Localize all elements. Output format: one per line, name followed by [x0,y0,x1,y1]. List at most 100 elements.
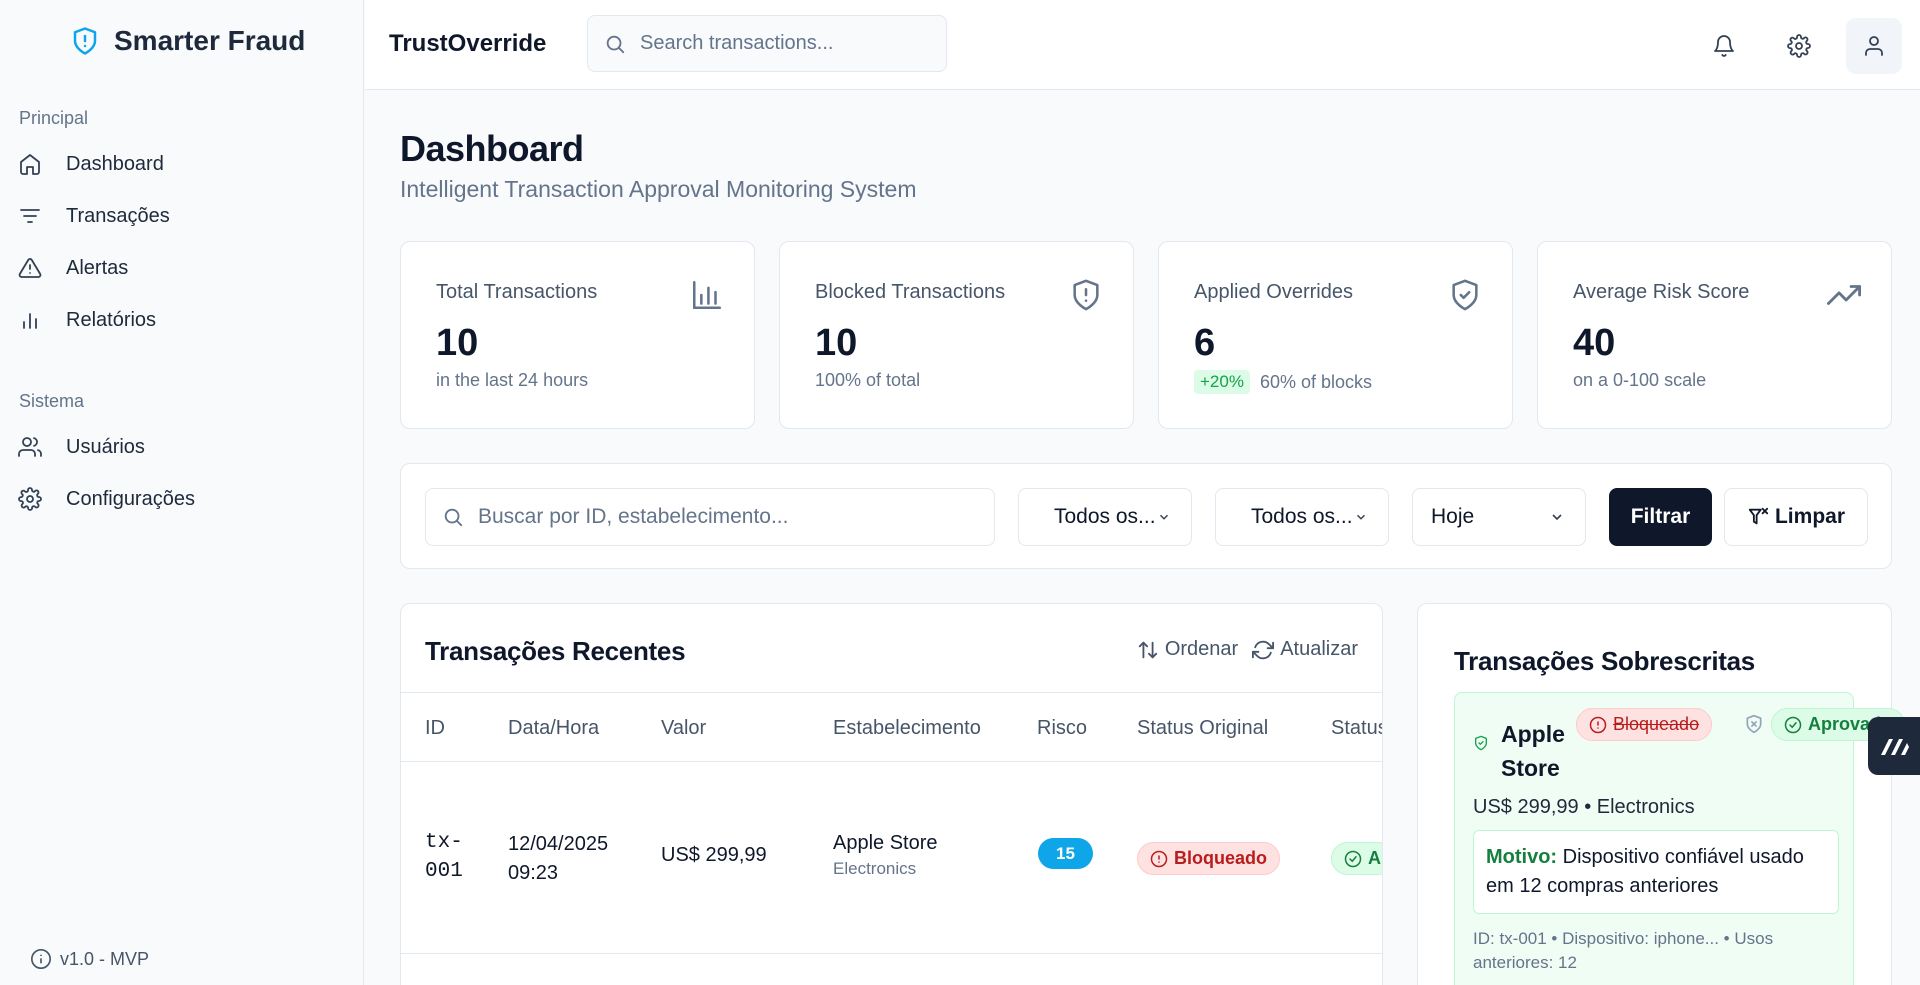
select-value: Todos os... [1251,505,1353,528]
app-title: TrustOverride [389,30,547,57]
nav-section-principal: Principal [19,108,89,128]
period-select[interactable]: Hoje [1412,488,1586,546]
select-value: Todos os... [1054,505,1156,528]
user-menu-button[interactable] [1846,18,1902,74]
stat-sub-text: in the last 24 hours [436,370,589,390]
bell-icon [1714,35,1734,57]
alert-circle-icon [1150,850,1168,867]
column-header[interactable]: Status [1331,717,1382,740]
sidebar-item-label: Relatórios [66,308,157,331]
override-item[interactable]: Apple Store Bloqueado Aprovado US$ 299,9… [1454,692,1906,985]
page-title: Dashboard [400,128,584,169]
version-info: v1.0 - MVP [30,948,149,970]
sort-button[interactable]: Ordenar [1137,638,1238,661]
trending-up-icon [1827,285,1861,305]
column-header[interactable]: Risco [1037,717,1087,740]
sidebar-item-usuarios[interactable]: Usuários [18,427,338,467]
stat-sub-text: 100% of total [815,370,921,390]
cell-status: A [1331,842,1382,875]
page-subtitle: Intelligent Transaction Approval Monitor… [400,176,917,202]
sidebar-item-transacoes[interactable]: Transações [18,196,338,236]
shield-alert-icon [73,27,97,55]
stat-label: Blocked Transactions [815,281,1006,303]
filter-button[interactable]: Filtrar [1609,488,1712,546]
badge-text: Bloqueado [1613,714,1700,734]
gear-icon [1787,34,1811,58]
stat-label: Applied Overrides [1194,281,1353,303]
risk-badge: 15 [1038,838,1093,869]
column-header[interactable]: Data/Hora [508,717,599,740]
stat-card-total: Total Transactions 10 in the last 24 hou… [400,241,755,429]
brand[interactable]: Smarter Fraud [70,24,305,58]
search-input[interactable] [640,32,920,55]
refresh-button[interactable]: Atualizar [1252,638,1358,661]
overrides-card: Transações Sobrescritas Apple Store Bloq… [1417,603,1906,985]
id-line: tx- [425,831,463,854]
stat-sub-text: on a 0-100 scale [1573,370,1707,390]
from-status-badge: Bloqueado [1576,708,1713,741]
stat-card-risk: Average Risk Score 40 on a 0-100 scale [1537,241,1892,429]
cell-id: tx- 001 [425,828,463,886]
sort-arrows-icon [1138,641,1157,658]
top-search[interactable] [587,15,947,72]
column-header[interactable]: Status Original [1137,717,1268,740]
info-icon [31,949,51,969]
nav-section-sistema: Sistema [19,391,85,411]
sidebar-item-label: Alertas [66,256,129,279]
stat-label: Average Risk Score [1573,281,1750,303]
table-header: ID Data/Hora Valor Estabelecimento Risco… [401,692,1382,762]
brand-name: Smarter Fraud [114,25,306,56]
override-reason: Motivo: Dispositivo confiável usado em 1… [1473,830,1839,914]
column-header[interactable]: Estabelecimento [833,717,981,740]
stat-sub: in the last 24 hours [436,370,588,391]
column-header[interactable]: ID [425,717,445,740]
sidebar: Smarter Fraud Principal Dashboard Transa… [0,0,364,985]
sidebar-item-configuracoes[interactable]: Configurações [18,479,338,519]
version-label: v1.0 - MVP [60,948,150,969]
cell-merchant: Apple Store Electronics [833,832,938,879]
search-icon [606,35,625,53]
sidebar-item-dashboard[interactable]: Dashboard [18,144,338,184]
cell-value: US$ 299,99 [661,844,767,866]
filter-search[interactable] [425,488,995,546]
cell-risk: 15 [1038,838,1093,869]
shield-alert-icon [1073,279,1099,311]
floating-widget-button[interactable] [1868,717,1920,775]
stat-sub: on a 0-100 scale [1573,370,1706,391]
stat-value: 40 [1573,322,1616,364]
chevron-down-icon [1552,514,1562,521]
sidebar-item-alertas[interactable]: Alertas [18,248,338,288]
notifications-button[interactable] [1696,18,1752,74]
shield-check-icon [1452,279,1478,311]
cell-datetime: 12/04/2025 09:23 [508,830,608,888]
stat-value: 6 [1194,322,1216,364]
alert-circle-icon [1589,716,1607,733]
filter-search-input[interactable] [478,505,978,529]
settings-button[interactable] [1771,18,1827,74]
stat-value: 10 [436,322,479,364]
type-select[interactable]: Todos os... [1215,488,1389,546]
badge-text: Bloqueado [1174,848,1267,868]
table-actions: Ordenar Atualizar [1137,638,1358,661]
logo-mark-icon [1881,739,1909,755]
status-badge-blocked: Bloqueado [1137,842,1280,875]
table-row[interactable]: tx- 001 12/04/2025 09:23 US$ 299,99 Appl… [401,762,1382,954]
gear-icon [18,487,42,511]
stat-sub: +20% 60% of blocks [1194,370,1372,394]
merchant-name: Apple Store [833,832,938,854]
clear-button[interactable]: Limpar [1724,488,1868,546]
bar-chart-icon [23,313,37,329]
override-merchant: Apple Store [1501,721,1565,781]
stat-sub-text: 60% of blocks [1259,371,1373,392]
stat-card-blocked: Blocked Transactions 10 100% of total [779,241,1134,429]
reason-label: Motivo: [1486,846,1558,868]
filter-lines-icon [20,209,40,223]
status-select[interactable]: Todos os... [1018,488,1192,546]
recent-transactions-title: Transações Recentes [425,636,686,666]
search-icon [444,508,463,527]
sidebar-item-relatorios[interactable]: Relatórios [18,300,338,340]
users-icon [18,437,42,457]
stat-value: 10 [815,322,858,364]
status-badge-approved: A [1331,842,1382,875]
column-header[interactable]: Valor [661,717,706,740]
